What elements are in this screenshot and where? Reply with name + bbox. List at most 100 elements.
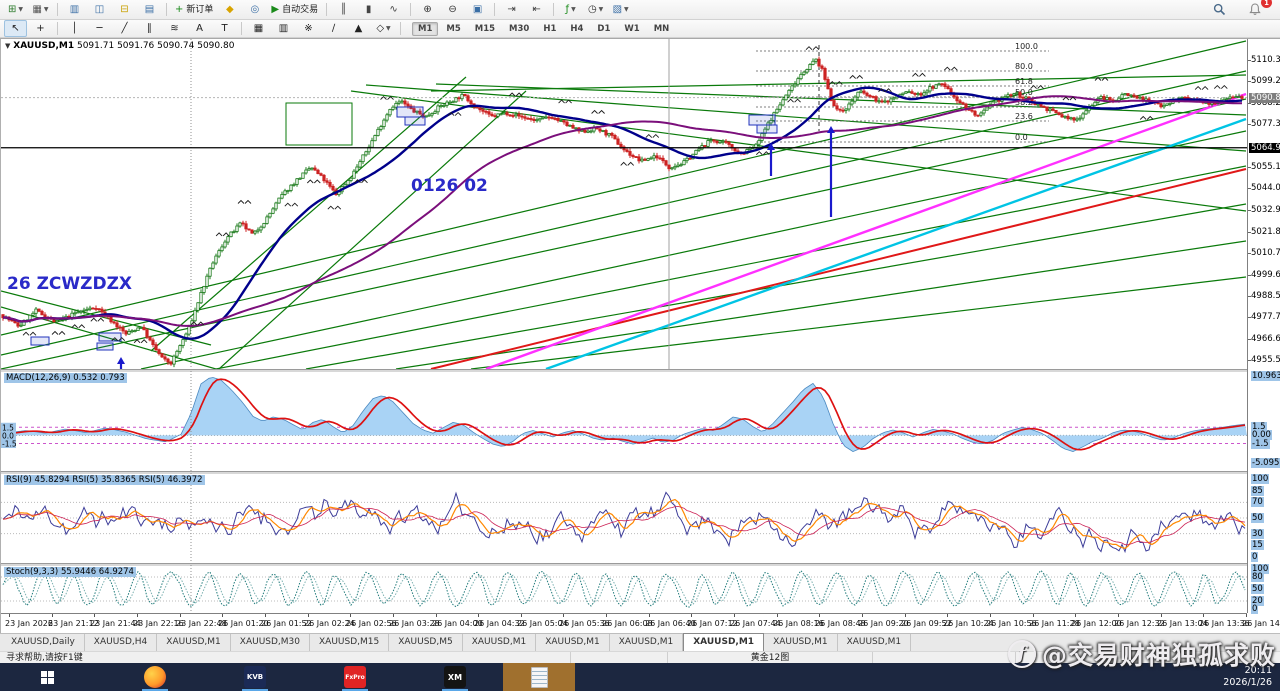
taskbar-browser-button[interactable] [125,663,185,691]
toolbar-standard: ⊞▼▦▼ ▥◫ ⊟ ▤ +新订单◆◎▶自动交易 ║▮∿ ⊕⊖▣ ⇥ ⇤ ƒ▼◷▼▧▼ 1 [0,0,1280,20]
tool-arrow-objects-button[interactable]: ▲ [347,20,370,37]
search-button[interactable] [1208,1,1231,18]
tool-shapes-button[interactable]: ◇▼ [372,20,395,37]
timeframe-m15-button[interactable]: M15 [469,22,501,36]
timeframe-d1-button[interactable]: D1 [591,22,616,36]
chart-bars-button[interactable]: ║ [332,1,355,18]
timeframe-m30-button[interactable]: M30 [503,22,535,36]
timeframe-w1-button[interactable]: W1 [618,22,645,36]
toolbar-separator [241,22,242,35]
time-axis[interactable]: 23 Jan 202623 Jan 21:1223 Jan 21:4423 Ja… [1,613,1247,635]
tool-grid-button[interactable]: ▦ [247,20,270,37]
chart-tab-9[interactable]: XAUUSD,M1 [683,633,764,652]
price-tick-label: 5077.30 [1251,119,1280,129]
taskbar-kvb-button[interactable]: KVB [225,663,285,691]
main-price-chart-canvas[interactable]: 100.080.061.850.038.223.60.026 ZCWZDZX01… [1,39,1247,369]
rsi-indicator-label[interactable]: RSI(9) 45.8294 RSI(5) 35.8365 RSI(5) 46.… [4,475,205,485]
timeframe-m1-button[interactable]: M1 [412,22,438,36]
data-window-button[interactable]: ◫ [88,1,111,18]
taskbar-xm-button[interactable]: XM [425,663,485,691]
tool-objects-list-button[interactable]: ▥ [272,20,295,37]
timeframe-h1-button[interactable]: H1 [537,22,562,36]
timeframe-m5-button[interactable]: M5 [440,22,466,36]
periods-button[interactable]: ◷▼ [584,1,607,18]
kvb-icon: KVB [244,666,266,688]
svg-text:0.0: 0.0 [1015,133,1028,142]
stoch-indicator-canvas[interactable] [1,565,1247,613]
taskbar-fxpro-button[interactable]: FxPro [325,663,385,691]
rsi-indicator-canvas[interactable] [1,473,1247,563]
drawing-tool-buttons: ↖ + │─╱∥≋AT ▦▥ ※ ∕ ▲◇▼ [3,20,396,37]
indicators-button[interactable]: ƒ▼ [559,1,582,18]
chart-shift-button[interactable]: ⇤ [525,1,548,18]
bid-price-box: 5090.80 [1249,93,1280,103]
chart-line-button[interactable]: ∿ [382,1,405,18]
time-tick [393,614,394,617]
zoom-in-button[interactable]: ⊕ [416,1,439,18]
metaeditor-button[interactable]: ◆ [218,1,241,18]
start-button[interactable] [0,663,95,691]
auto-scroll-icon: ⇥ [507,3,515,17]
chart-tab-8[interactable]: XAUUSD,M1 [610,634,684,651]
notification-badge: 1 [1261,0,1272,8]
profiles-button[interactable]: ▦▼ [29,1,52,18]
new-order-button[interactable]: +新订单 [172,1,216,18]
chart-tab-3[interactable]: XAUUSD,M30 [231,634,310,651]
tool-horizontal-line-button[interactable]: ─ [88,20,111,37]
macd-indicator-label[interactable]: MACD(12,26,9) 0.532 0.793 [4,373,127,383]
chart-tab-5[interactable]: XAUUSD,M5 [389,634,463,651]
stoch-indicator-label[interactable]: Stoch(9,3,3) 55.9446 64.9274 [4,567,136,577]
tool-crosshair-large-button[interactable]: ※ [297,20,320,37]
chart-tab-1[interactable]: XAUUSD,H4 [85,634,158,651]
chart-candles-button[interactable]: ▮ [357,1,380,18]
price-scale[interactable]: 5110.305099.205088.205077.305055.105044.… [1247,39,1280,613]
tool-cursor-button[interactable]: ↖ [4,20,27,37]
chart-tab-10[interactable]: XAUUSD,M1 [764,634,838,651]
chart-tab-0[interactable]: XAUUSD,Daily [2,634,85,651]
chart-tab-11[interactable]: XAUUSD,M1 [838,634,912,651]
macd-indicator-canvas[interactable]: 1.50.0-1.5 [1,371,1247,471]
toolbar-standard-buttons: ⊞▼▦▼ ▥◫ ⊟ ▤ +新订单◆◎▶自动交易 ║▮∿ ⊕⊖▣ ⇥ ⇤ ƒ▼◷▼▧▼ [3,1,633,18]
svg-text:80.0: 80.0 [1015,62,1033,71]
tool-crosshair-button[interactable]: + [29,20,52,37]
autotrading-button[interactable]: ▶自动交易 [268,1,321,18]
tool-angle-tool-button[interactable]: ∕ [322,20,345,37]
experts-button[interactable]: ◎ [243,1,266,18]
new-chart-button[interactable]: ⊞▼ [4,1,27,18]
cursor-icon: ↖ [11,22,19,36]
svg-text:23.6: 23.6 [1015,112,1033,121]
chart-tab-4[interactable]: XAUUSD,M15 [310,634,389,651]
timeframe-h4-button[interactable]: H4 [564,22,589,36]
auto-scroll-button[interactable]: ⇥ [500,1,523,18]
taskbar-notepad-button[interactable] [503,663,575,691]
tile-windows-button[interactable]: ▣ [466,1,489,18]
chart-tab-2[interactable]: XAUUSD,M1 [157,634,231,651]
price-tick-label: 5055.10 [1251,162,1280,172]
angle-tool-icon: ∕ [332,22,335,36]
toolbar-right-icons: 1 [1207,1,1277,18]
time-tick [1246,614,1247,617]
time-tick [94,614,95,617]
crosshair-large-icon: ※ [304,22,312,36]
tool-text-button[interactable]: A [188,20,211,37]
price-tick-label: 5010.70 [1251,248,1280,258]
tool-vertical-line-button[interactable]: │ [63,20,86,37]
navigator-button[interactable]: ⊟ [113,1,136,18]
templates-button[interactable]: ▧▼ [609,1,632,18]
timeframe-mn-button[interactable]: MN [648,22,676,36]
chart-tab-6[interactable]: XAUUSD,M1 [463,634,537,651]
terminal-button[interactable]: ▤ [138,1,161,18]
tool-equidistant-channel-button[interactable]: ∥ [138,20,161,37]
navigator-icon: ⊟ [120,3,128,17]
chart-window[interactable]: ▼ XAUUSD,M1 5091.71 5091.76 5090.74 5090… [0,38,1280,633]
time-tick [137,614,138,617]
tool-trendline-button[interactable]: ╱ [113,20,136,37]
toolbar-separator [166,3,167,16]
zoom-out-button[interactable]: ⊖ [441,1,464,18]
tool-text-label-button[interactable]: T [213,20,236,37]
market-watch-button[interactable]: ▥ [63,1,86,18]
chart-tab-7[interactable]: XAUUSD,M1 [536,634,610,651]
tool-fibonacci-button[interactable]: ≋ [163,20,186,37]
bell-icon [1249,3,1261,16]
notifications-button[interactable]: 1 [1243,1,1266,18]
